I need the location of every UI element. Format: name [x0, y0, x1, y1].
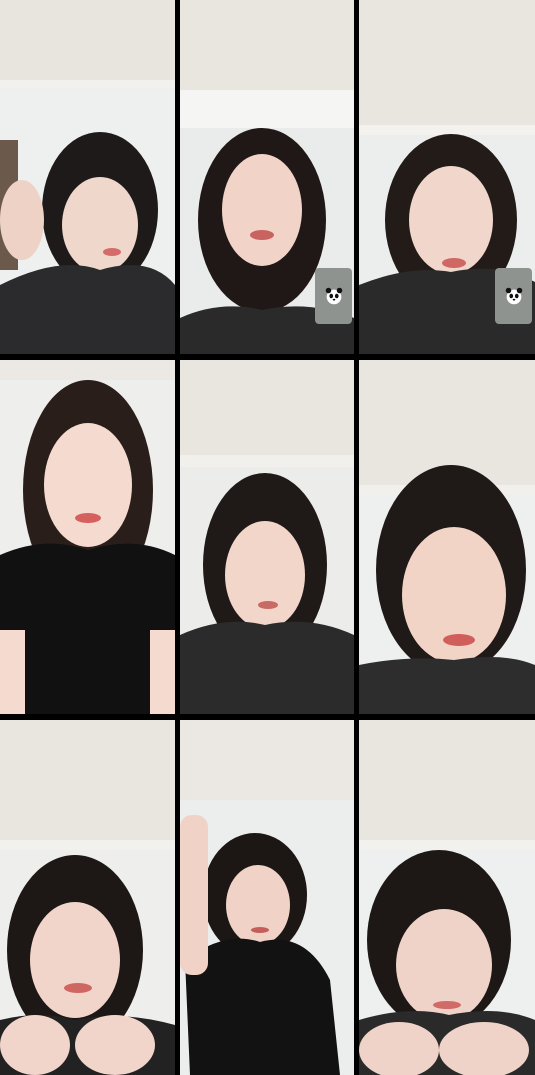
video-tile-4[interactable]	[0, 360, 175, 714]
participant-frame	[0, 0, 175, 354]
participant-frame	[359, 720, 535, 1075]
participant-frame	[180, 720, 354, 1075]
face	[62, 177, 138, 273]
video-tile-8[interactable]	[180, 720, 354, 1075]
participant-frame	[0, 720, 175, 1075]
video-tile-2[interactable]	[180, 0, 354, 354]
sticker-badge[interactable]	[495, 268, 532, 324]
shirt	[0, 265, 175, 354]
panda-icon	[505, 287, 522, 305]
participant-frame	[359, 360, 535, 714]
video-tile-3[interactable]	[359, 0, 535, 354]
sticker-badge[interactable]	[315, 268, 352, 324]
video-tile-7[interactable]	[0, 720, 175, 1075]
video-tile-9[interactable]	[359, 720, 535, 1075]
panda-icon	[325, 287, 342, 305]
participant-frame	[180, 360, 354, 714]
video-tile-5[interactable]	[180, 360, 354, 714]
video-grid	[0, 0, 535, 1075]
participant-frame	[0, 360, 175, 714]
video-tile-6[interactable]	[359, 360, 535, 714]
video-tile-1[interactable]	[0, 0, 175, 354]
